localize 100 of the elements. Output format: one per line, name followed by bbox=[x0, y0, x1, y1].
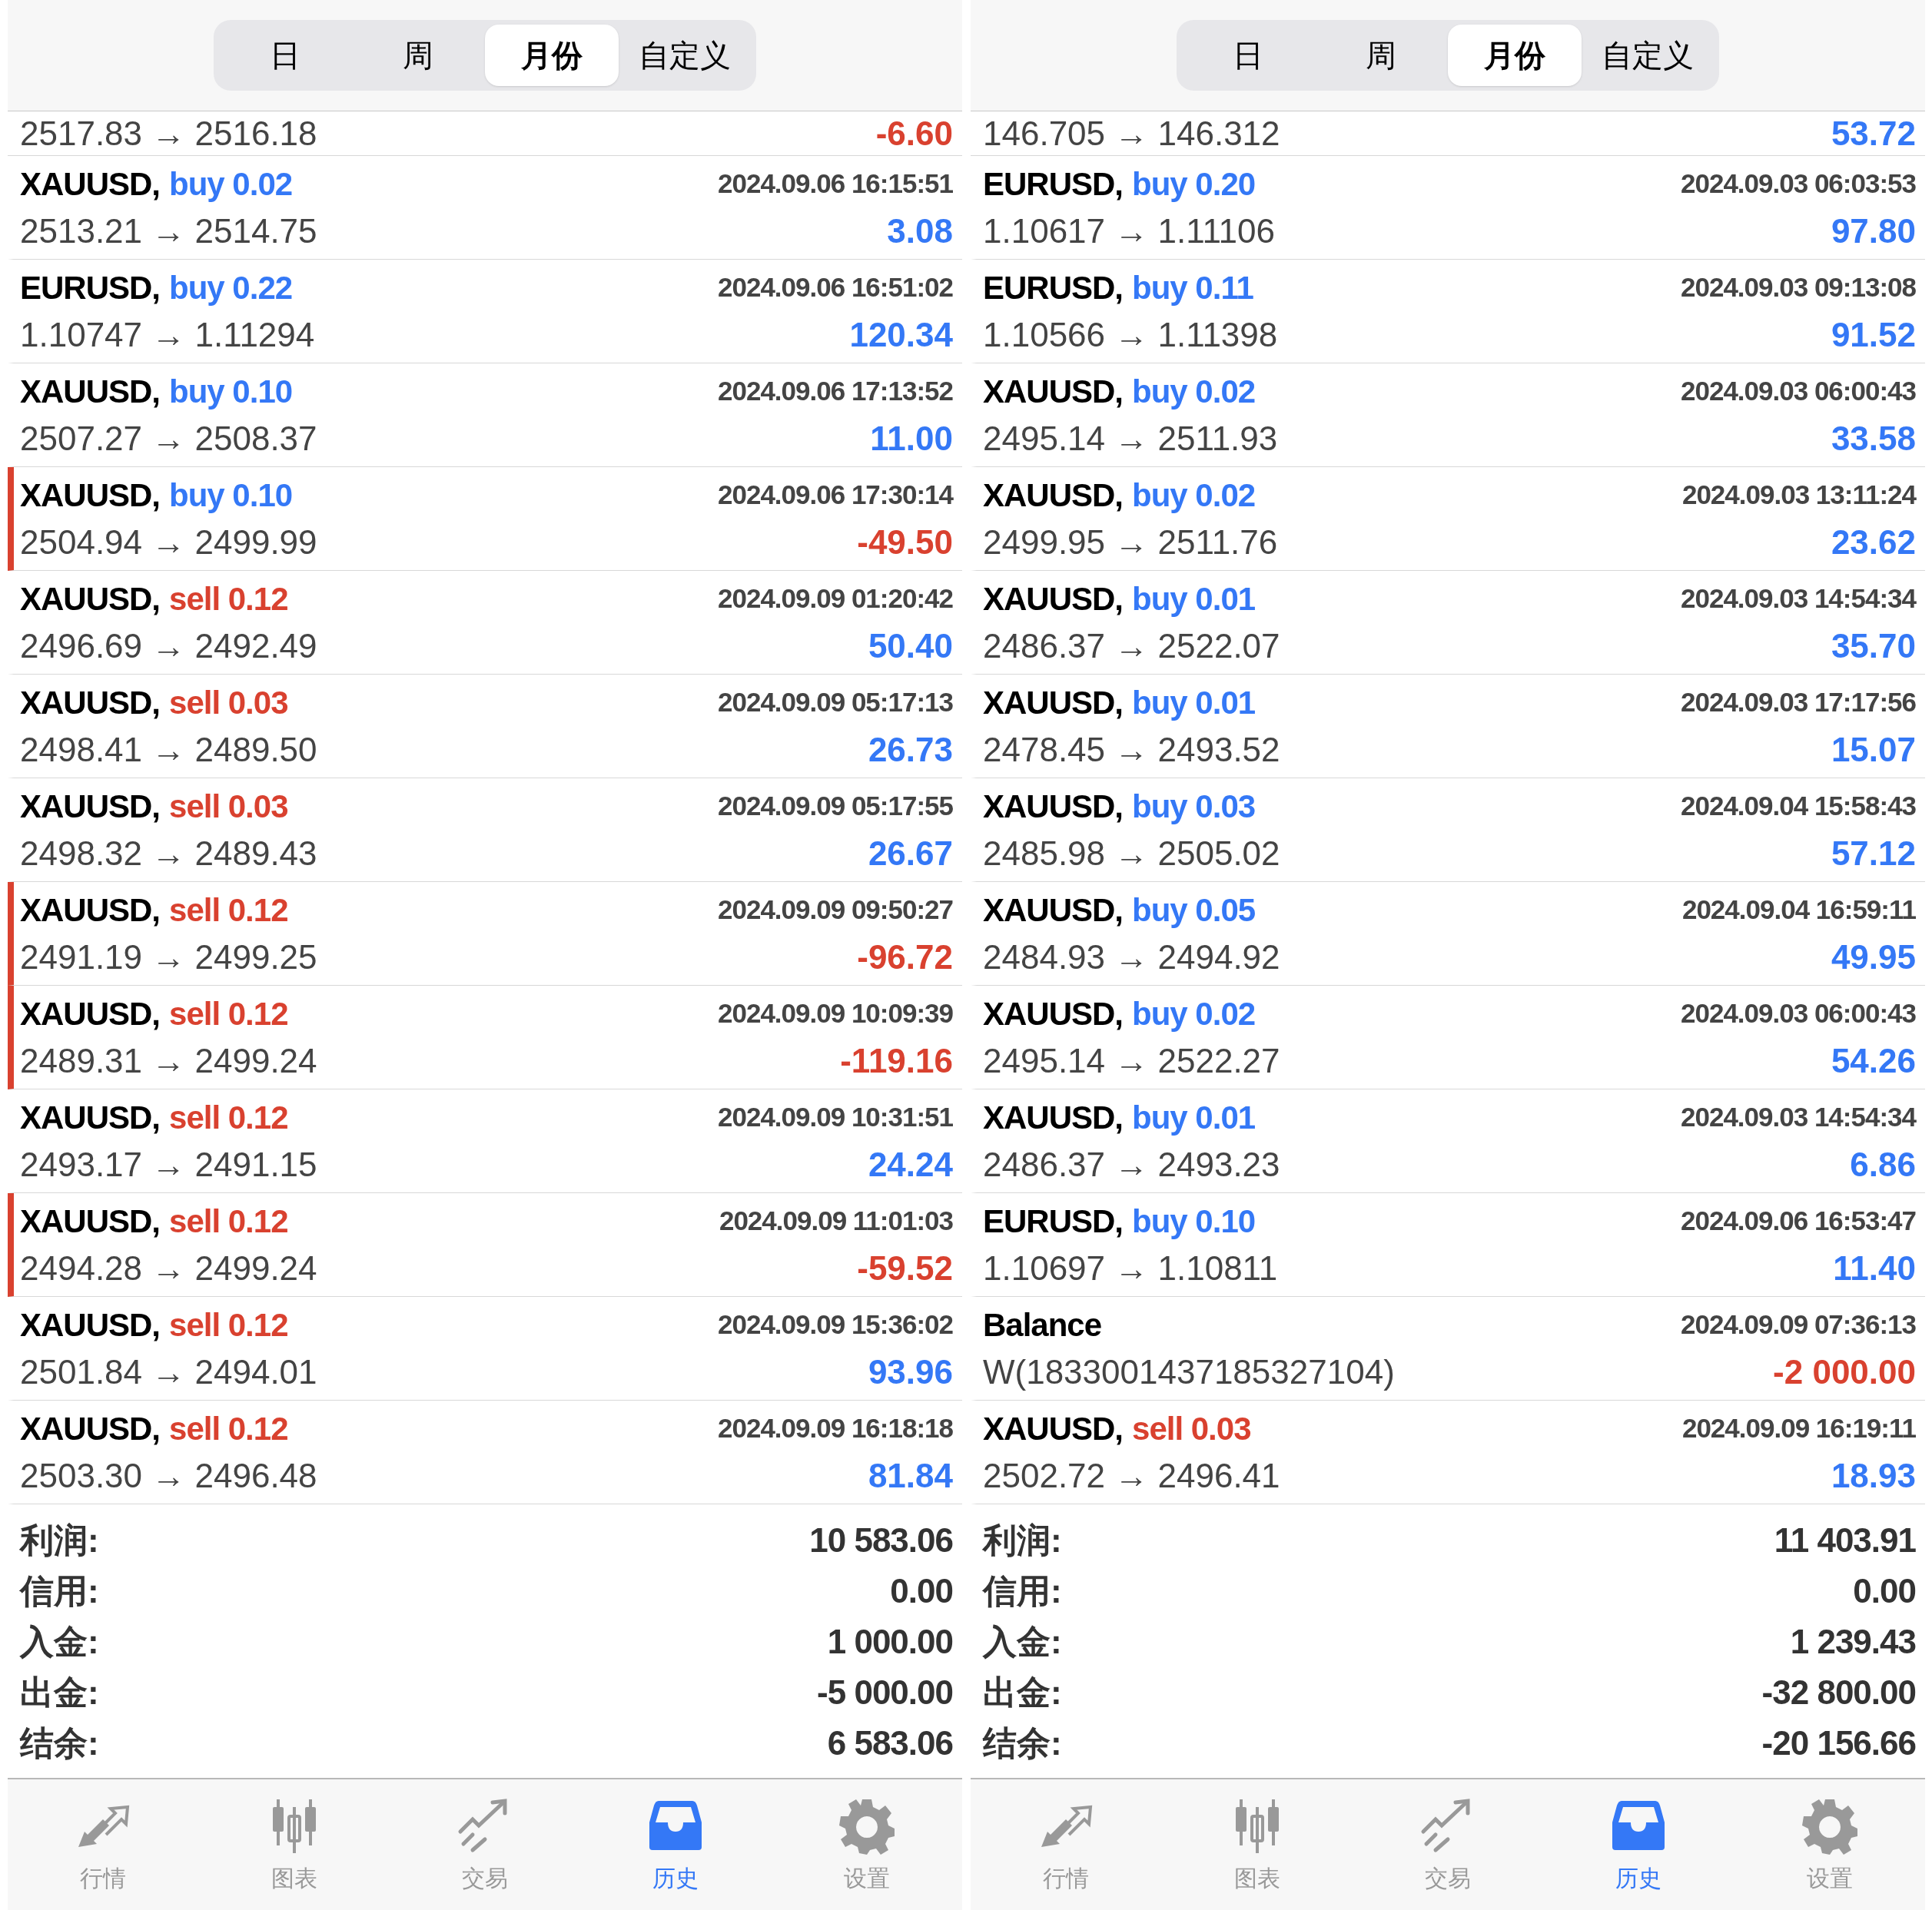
order-action: buy 0.02 bbox=[1132, 372, 1256, 411]
order-action: buy 0.10 bbox=[169, 476, 293, 515]
time-text: 2024.09.06 16:53:47 bbox=[1681, 1204, 1916, 1237]
time-text: 2024.09.09 16:19:11 bbox=[1681, 1411, 1916, 1444]
price-range-text: 2495.14 → 2511.93 bbox=[983, 419, 1278, 459]
price-range-text: 2503.30 → 2496.48 bbox=[20, 1456, 317, 1496]
balance-label: Balance bbox=[983, 1305, 1102, 1345]
period-tab[interactable]: 自定义 bbox=[1581, 25, 1715, 86]
trade-row[interactable]: EURUSD, buy 0.11 2024.09.03 09:13:08 1.10566 → 1.11398 91.52 bbox=[971, 260, 1925, 363]
trade-row[interactable]: XAUUSD, sell 0.03 2024.09.09 05:17:55 2498.32 → 2489.43 26.67 bbox=[8, 778, 962, 882]
trade-row[interactable]: XAUUSD, buy 0.01 2024.09.03 14:54:34 2486.37 → 2493.23 6.86 bbox=[971, 1089, 1925, 1193]
profit-value: 6.86 bbox=[1850, 1145, 1916, 1185]
price-range-text: 2494.28 → 2499.24 bbox=[20, 1248, 317, 1288]
price-range-text: 2484.93 → 2494.92 bbox=[983, 937, 1280, 977]
trade-row[interactable]: XAUUSD, sell 0.03 2024.09.09 05:17:13 2498.41 → 2489.50 26.73 bbox=[8, 675, 962, 778]
symbol-label: XAUUSD, bbox=[20, 1098, 161, 1137]
trade-row[interactable]: XAUUSD, buy 0.10 2024.09.06 17:13:52 2507.27 → 2508.37 11.00 bbox=[8, 363, 962, 467]
profit-value: -59.52 bbox=[857, 1248, 953, 1288]
time-text: 2024.09.09 10:09:39 bbox=[718, 996, 953, 1030]
symbol-label: XAUUSD, bbox=[20, 476, 161, 515]
symbol-label: XAUUSD, bbox=[20, 994, 161, 1033]
order-action: buy 0.02 bbox=[1132, 476, 1256, 515]
summary-value: 6 583.06 bbox=[827, 1723, 953, 1763]
trade-row[interactable]: XAUUSD, buy 0.02 2024.09.03 06:00:43 2495.14 → 2511.93 33.58 bbox=[971, 363, 1925, 467]
trade-row[interactable]: EURUSD, buy 0.22 2024.09.06 16:51:02 1.10747 → 1.11294 120.34 bbox=[8, 260, 962, 363]
trade-row[interactable]: XAUUSD, buy 0.02 2024.09.03 13:11:24 2499.95 → 2511.76 23.62 bbox=[971, 467, 1925, 571]
order-action: sell 0.12 bbox=[169, 579, 288, 618]
period-tab[interactable]: 日 bbox=[1181, 25, 1315, 86]
order-action: buy 0.01 bbox=[1132, 683, 1256, 722]
trade-row[interactable]: XAUUSD, sell 0.12 2024.09.09 01:20:42 2496.69 → 2492.49 50.40 bbox=[8, 571, 962, 675]
symbol-label: XAUUSD, bbox=[20, 890, 161, 930]
period-tab[interactable]: 日 bbox=[218, 25, 352, 86]
price-range-text: 2517.83 → 2516.18 bbox=[20, 114, 317, 154]
period-tab[interactable]: 周 bbox=[1314, 25, 1448, 86]
summary-label: 出金: bbox=[20, 1673, 99, 1713]
trade-row[interactable]: XAUUSD, buy 0.01 2024.09.03 17:17:56 2478.45 → 2493.52 15.07 bbox=[971, 675, 1925, 778]
period-tab[interactable]: 周 bbox=[351, 25, 485, 86]
time-text: 2024.09.09 07:36:13 bbox=[1681, 1308, 1916, 1341]
period-tab[interactable]: 月份 bbox=[1448, 25, 1582, 86]
trade-row[interactable]: XAUUSD, buy 0.10 2024.09.06 17:30:14 2504.94 → 2499.99 -49.50 bbox=[8, 467, 962, 571]
price-range-text: 146.705 → 146.312 bbox=[983, 114, 1280, 154]
time-text: 2024.09.06 17:30:14 bbox=[718, 478, 953, 511]
trade-row[interactable]: XAUUSD, sell 0.12 2024.09.09 10:09:39 2489.31 → 2499.24 -119.16 bbox=[8, 986, 962, 1089]
time-text: 2024.09.09 01:20:42 bbox=[718, 582, 953, 615]
profit-value: 26.73 bbox=[868, 730, 953, 770]
order-action: sell 0.12 bbox=[169, 1098, 288, 1137]
tab-bar-item[interactable]: 历史 bbox=[1543, 1779, 1734, 1910]
profit-value: 3.08 bbox=[887, 211, 953, 251]
profit-value: 24.24 bbox=[868, 1145, 953, 1185]
order-action: sell 0.03 bbox=[169, 787, 288, 826]
profit-value: 57.12 bbox=[1831, 834, 1916, 874]
trade-row[interactable]: EURUSD, buy 0.10 2024.09.06 16:53:47 1.10697 → 1.10811 11.40 bbox=[971, 1193, 1925, 1297]
order-action: sell 0.12 bbox=[169, 1409, 288, 1448]
symbol-label: XAUUSD, bbox=[983, 1409, 1124, 1448]
period-tab[interactable]: 月份 bbox=[485, 25, 619, 86]
trade-row[interactable]: EURUSD, buy 0.20 2024.09.03 06:03:53 1.10617 → 1.11106 97.80 bbox=[971, 156, 1925, 260]
trade-row[interactable]: XAUUSD, sell 0.12 2024.09.09 16:18:18 2503.30 → 2496.48 81.84 bbox=[8, 1401, 962, 1504]
order-action: buy 0.22 bbox=[169, 268, 293, 307]
time-text: 2024.09.09 05:17:55 bbox=[718, 789, 953, 822]
summary-label: 结余: bbox=[20, 1723, 99, 1763]
summary-label: 结余: bbox=[983, 1723, 1062, 1763]
time-text: 2024.09.06 17:13:52 bbox=[718, 374, 953, 407]
order-action: buy 0.11 bbox=[1132, 268, 1253, 307]
trade-row[interactable]: XAUUSD, buy 0.03 2024.09.04 15:58:43 2485.98 → 2505.02 57.12 bbox=[971, 778, 1925, 882]
symbol-label: EURUSD, bbox=[983, 1202, 1124, 1241]
summary-label: 利润: bbox=[20, 1520, 99, 1560]
trade-row[interactable]: XAUUSD, buy 0.02 2024.09.03 06:00:43 2495.14 → 2522.27 54.26 bbox=[971, 986, 1925, 1089]
price-range-text: 2489.31 → 2499.24 bbox=[20, 1041, 317, 1081]
trade-row[interactable]: XAUUSD, buy 0.05 2024.09.04 16:59:11 2484.93 → 2494.92 49.95 bbox=[971, 882, 1925, 986]
symbol-label: EURUSD, bbox=[983, 164, 1124, 204]
price-range-text: 2496.69 → 2492.49 bbox=[20, 626, 317, 666]
symbol-label: EURUSD, bbox=[983, 268, 1124, 307]
summary-label: 出金: bbox=[983, 1673, 1062, 1713]
tab-bar-item[interactable]: 历史 bbox=[580, 1779, 772, 1910]
trade-row[interactable]: XAUUSD, sell 0.12 2024.09.09 11:01:03 2494.28 → 2499.24 -59.52 bbox=[8, 1193, 962, 1297]
trade-row[interactable]: Balance 2024.09.09 07:36:13 W(1833001437185327104) -2 000.00 bbox=[971, 1297, 1925, 1401]
trade-row[interactable]: XAUUSD, buy 0.01 2024.09.03 14:54:34 2486.37 → 2522.07 35.70 bbox=[971, 571, 1925, 675]
symbol-label: XAUUSD, bbox=[983, 683, 1124, 722]
order-action: sell 0.12 bbox=[169, 994, 288, 1033]
summary-value: -5 000.00 bbox=[817, 1673, 953, 1713]
price-range-text: 2478.45 → 2493.52 bbox=[983, 730, 1280, 770]
profit-value: 49.95 bbox=[1831, 937, 1916, 977]
time-text: 2024.09.06 16:15:51 bbox=[718, 167, 953, 200]
period-tab[interactable]: 自定义 bbox=[618, 25, 752, 86]
symbol-label: XAUUSD, bbox=[20, 372, 161, 411]
profit-value: 26.67 bbox=[868, 834, 953, 874]
trade-row[interactable]: XAUUSD, sell 0.03 2024.09.09 16:19:11 2502.72 → 2496.41 18.93 bbox=[971, 1401, 1925, 1504]
profit-value: 23.62 bbox=[1831, 522, 1916, 562]
price-range-text: 2513.21 → 2514.75 bbox=[20, 211, 317, 251]
trade-row[interactable]: XAUUSD, sell 0.12 2024.09.09 10:31:51 2493.17 → 2491.15 24.24 bbox=[8, 1089, 962, 1193]
price-range-text: 2502.72 → 2496.41 bbox=[983, 1456, 1280, 1496]
trade-row[interactable]: XAUUSD, sell 0.12 2024.09.09 09:50:27 2491.19 → 2499.25 -96.72 bbox=[8, 882, 962, 986]
profit-value: -119.16 bbox=[840, 1041, 953, 1081]
trade-row[interactable]: XAUUSD, sell 0.12 2024.09.09 15:36:02 2501.84 → 2494.01 93.96 bbox=[8, 1297, 962, 1401]
symbol-label: XAUUSD, bbox=[20, 1305, 161, 1345]
price-range-text: 1.10566 → 1.11398 bbox=[983, 315, 1278, 355]
time-text: 2024.09.03 14:54:34 bbox=[1681, 1100, 1916, 1133]
time-text: 2024.09.03 06:00:43 bbox=[1681, 996, 1916, 1030]
trade-row[interactable]: XAUUSD, buy 0.02 2024.09.06 16:15:51 2513.21 → 2514.75 3.08 bbox=[8, 156, 962, 260]
order-action: buy 0.01 bbox=[1132, 579, 1256, 618]
